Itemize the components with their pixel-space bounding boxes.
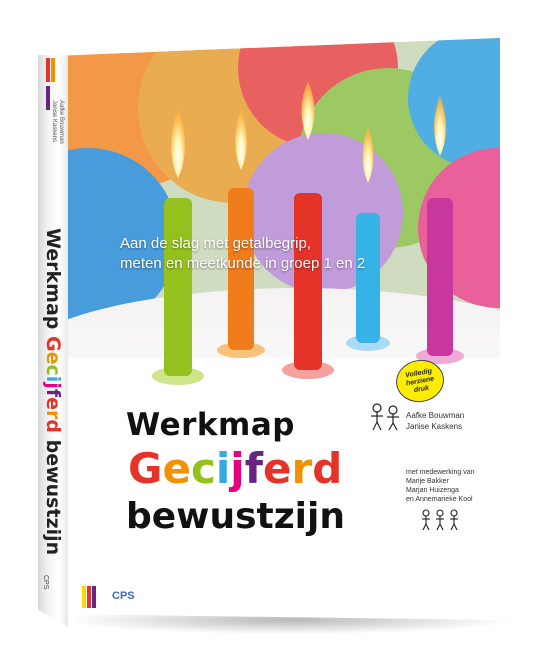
spine-title-letter: r — [42, 410, 64, 420]
spine-title-letter: d — [42, 419, 64, 433]
cover-authors: Aafke Bouwman Janise Kaskens — [406, 410, 464, 432]
cps-logo-icon — [82, 586, 102, 608]
spine-title-word2: Gecijferd — [42, 336, 64, 433]
spine-title-letter: e — [42, 397, 64, 410]
title-letter: d — [312, 444, 343, 493]
title-letter: i — [215, 444, 231, 493]
contrib-2: Marjan Huizenga — [406, 487, 459, 494]
contributors: met medewerking van Marije Bakker Marjan… — [406, 468, 474, 504]
spine-title-word1: Werkmap — [42, 228, 64, 330]
kids-drawing-icon — [422, 509, 458, 531]
subtitle-line-1: Aan de slag met getalbegrip, — [120, 235, 311, 252]
spine-logo-stripes — [46, 58, 60, 110]
contrib-1: Marije Bakker — [406, 478, 449, 485]
contrib-3: en Annemarieke Kool — [406, 496, 473, 503]
author-2: Janise Kaskens — [406, 422, 463, 431]
spine-authors: Aafke Bouwman Janise Kaskens — [40, 100, 64, 210]
spine-title-letter: e — [42, 351, 64, 365]
spine-title-letter: G — [42, 336, 64, 352]
cover-subtitle: Aan de slag met getalbegrip, meten en me… — [120, 234, 480, 274]
title-letter: e — [162, 444, 191, 493]
author-1: Aafke Bouwman — [406, 411, 465, 420]
badge-line-3: druk — [413, 384, 430, 395]
title-werkmap: Werkmap — [126, 407, 295, 443]
spine-author-2: Janise Kaskens — [51, 100, 57, 143]
spine-title-letter: c — [42, 364, 64, 376]
contrib-intro: met medewerking van — [406, 469, 475, 476]
title-letter: c — [190, 444, 216, 493]
title-gecijferd: Gecijferd — [128, 444, 345, 494]
title-bewustzijn: bewustzijn — [126, 496, 345, 537]
publisher-name: CPS — [112, 590, 135, 602]
spine-title: Werkmap Gecijferd bewustzijn — [34, 228, 64, 558]
front-cover: Aan de slag met getalbegrip, meten en me… — [68, 38, 500, 620]
title-letter: G — [128, 444, 163, 493]
spine-publisher: CPS — [42, 575, 49, 590]
cover-photo-candles — [68, 38, 500, 398]
title-letter: r — [291, 444, 313, 493]
spine-title-word3: bewustzijn — [42, 439, 64, 556]
title-letter: e — [262, 444, 292, 493]
subtitle-line-2: meten en meetkunde in groep 1 en 2 — [120, 255, 366, 272]
kids-drawing-icon — [371, 403, 399, 431]
spine-author-1: Aafke Bouwman — [58, 100, 64, 144]
title-letter: f — [244, 444, 263, 493]
cover-title: Werkmap Gecijferd bewustzijn — [126, 406, 345, 540]
spine-title-letter: f — [42, 388, 64, 398]
title-letter: j — [230, 444, 245, 493]
